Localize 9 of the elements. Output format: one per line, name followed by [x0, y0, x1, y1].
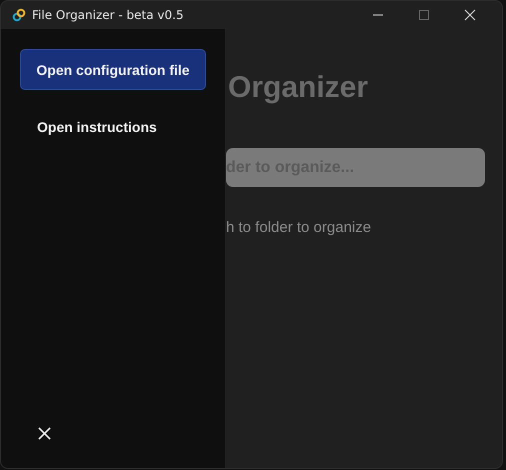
folder-path-hint: h to folder to organize — [226, 219, 372, 236]
app-heading: Organizer — [228, 71, 368, 105]
window-title: File Organizer - beta v0.5 — [32, 8, 184, 22]
app-logo-icon — [12, 8, 26, 22]
maximize-icon[interactable] — [418, 9, 430, 21]
close-icon[interactable] — [464, 9, 476, 21]
close-drawer-icon[interactable] — [38, 427, 51, 440]
open-config-button[interactable]: Open configuration file — [20, 49, 206, 90]
instructions-link[interactable]: Open instructions — [37, 119, 157, 135]
